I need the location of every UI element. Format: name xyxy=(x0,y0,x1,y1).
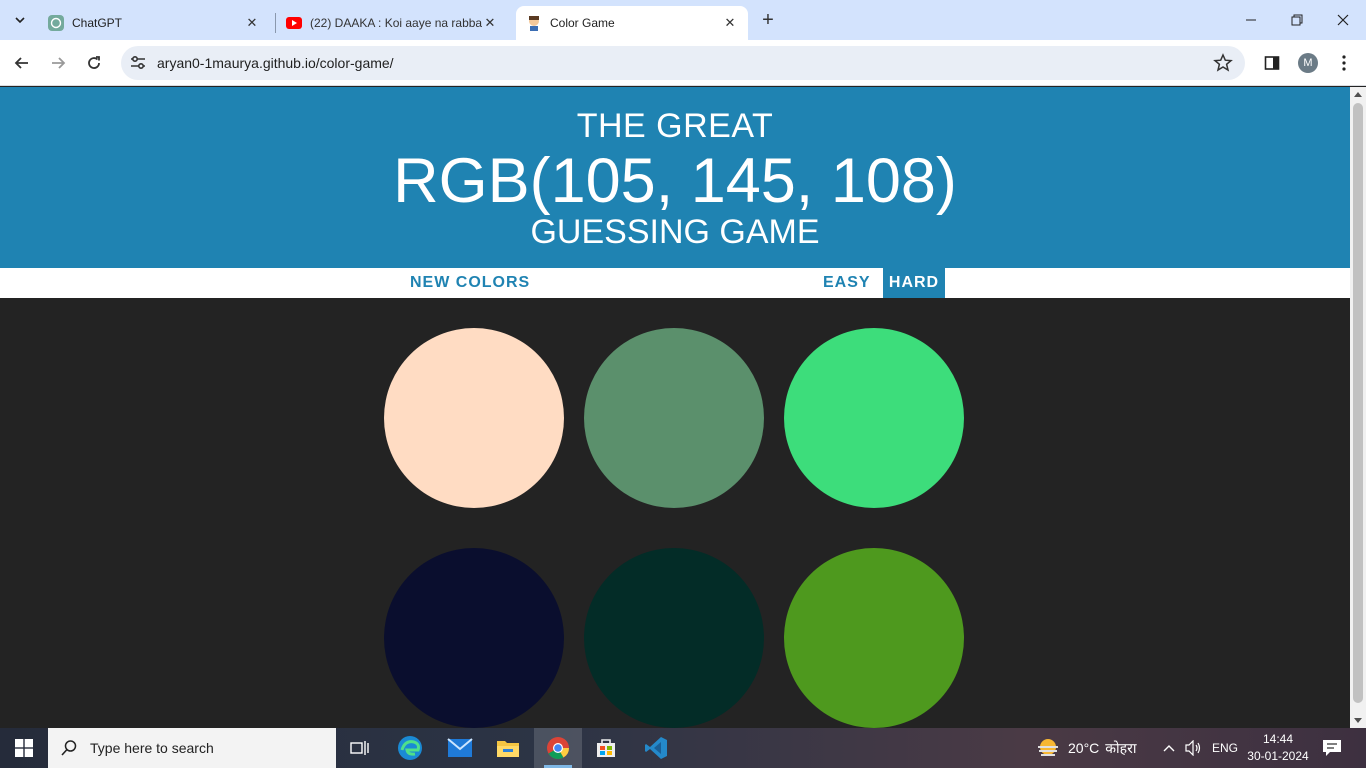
minimize-icon xyxy=(1246,19,1256,21)
url-text: aryan0-1maurya.github.io/color-game/ xyxy=(157,55,394,71)
folder-icon xyxy=(497,741,519,757)
back-button[interactable] xyxy=(6,47,38,79)
taskbar-search-box[interactable]: Type here to search xyxy=(48,728,336,768)
clock-time: 14:44 xyxy=(1262,732,1294,746)
game-header: THE GREAT RGB(105, 145, 108) GUESSING GA… xyxy=(0,87,1350,268)
color-square[interactable] xyxy=(384,328,564,508)
close-window-button[interactable] xyxy=(1320,0,1366,40)
close-icon[interactable]: ✕ xyxy=(244,15,260,31)
mail-icon xyxy=(447,738,473,757)
store-taskbar-button[interactable] xyxy=(582,728,630,768)
chevron-up-icon xyxy=(1163,745,1175,752)
color-square[interactable] xyxy=(784,548,964,728)
tab-title: (22) DAAKA : Koi aaye na rabba xyxy=(310,16,482,30)
search-icon xyxy=(61,740,77,756)
chrome-icon xyxy=(547,737,569,759)
plus-icon: + xyxy=(762,8,774,31)
notification-icon xyxy=(1323,740,1341,756)
color-square[interactable] xyxy=(584,548,764,728)
side-panel-button[interactable] xyxy=(1260,51,1284,75)
color-game-page: THE GREAT RGB(105, 145, 108) GUESSING GA… xyxy=(0,87,1350,728)
reload-icon xyxy=(88,56,100,69)
browser-toolbar: aryan0-1maurya.github.io/color-game/ M xyxy=(0,40,1366,86)
title-bottom: GUESSING GAME xyxy=(530,213,820,251)
bookmark-star-icon[interactable] xyxy=(1213,53,1233,73)
site-settings-icon[interactable] xyxy=(129,54,147,72)
clock-date: 30-01-2024 xyxy=(1247,749,1309,763)
language-indicator[interactable]: ENG xyxy=(1212,728,1238,768)
vscode-taskbar-button[interactable] xyxy=(632,728,680,768)
speaker-icon xyxy=(1185,740,1201,756)
volume-button[interactable] xyxy=(1185,728,1203,768)
reload-button[interactable] xyxy=(78,47,110,79)
restore-button[interactable] xyxy=(1274,0,1320,40)
restore-icon xyxy=(1291,14,1303,26)
chrome-taskbar-button[interactable] xyxy=(534,728,582,768)
clock[interactable]: 14:44 30-01-2024 xyxy=(1244,731,1312,765)
minimize-button[interactable] xyxy=(1228,0,1274,40)
title-top: THE GREAT xyxy=(576,107,774,145)
rgb-display: RGB(105, 145, 108) xyxy=(393,146,957,216)
tab-strip: ChatGPT ✕ (22) DAAKA : Koi aaye na rabba… xyxy=(0,0,1366,40)
color-square[interactable] xyxy=(584,328,764,508)
edge-icon xyxy=(398,736,422,760)
new-colors-button[interactable]: NEW COLORS xyxy=(404,268,536,298)
store-icon xyxy=(597,739,615,757)
start-button[interactable] xyxy=(0,728,48,768)
arrow-left-icon xyxy=(14,57,28,69)
color-square[interactable] xyxy=(384,548,564,728)
youtube-icon xyxy=(286,15,302,31)
profile-button[interactable]: M xyxy=(1296,51,1320,75)
notification-center-button[interactable] xyxy=(1322,728,1342,768)
edge-taskbar-button[interactable] xyxy=(386,728,434,768)
color-game-favicon xyxy=(526,15,542,31)
fog-weather-icon xyxy=(1038,739,1058,756)
file-explorer-taskbar-button[interactable] xyxy=(484,728,532,768)
weather-temp: 20°C xyxy=(1068,740,1100,756)
close-icon[interactable]: ✕ xyxy=(722,15,738,31)
windows-logo-icon xyxy=(15,739,33,757)
side-panel-icon xyxy=(1264,56,1280,70)
chatgpt-icon xyxy=(48,15,64,31)
easy-mode-button[interactable]: EASY xyxy=(817,268,877,298)
windows-taskbar: Type here to search 20°C कोहरा ENG 14:44… xyxy=(0,728,1366,768)
tab-title: Color Game xyxy=(550,16,615,30)
new-tab-button[interactable]: + xyxy=(756,8,780,32)
scroll-down-arrow-icon[interactable] xyxy=(1354,718,1362,723)
vertical-scrollbar[interactable] xyxy=(1350,87,1366,728)
language-text: ENG xyxy=(1212,741,1239,755)
weather-widget[interactable]: 20°C कोहरा xyxy=(1036,728,1136,768)
tab-title: ChatGPT xyxy=(72,16,123,30)
scrollbar-thumb[interactable] xyxy=(1353,103,1363,703)
tab-search-button[interactable] xyxy=(8,8,32,32)
hard-mode-button[interactable]: HARD xyxy=(883,268,945,298)
close-icon xyxy=(1337,14,1349,26)
color-square[interactable] xyxy=(784,328,964,508)
tab-color-game[interactable]: Color Game ✕ xyxy=(516,6,748,40)
vscode-icon xyxy=(645,737,667,759)
forward-button[interactable] xyxy=(42,47,74,79)
close-icon[interactable]: ✕ xyxy=(482,15,498,31)
scroll-up-arrow-icon[interactable] xyxy=(1354,92,1362,97)
mail-taskbar-button[interactable] xyxy=(436,728,484,768)
tab-youtube[interactable]: (22) DAAKA : Koi aaye na rabba ✕ xyxy=(276,6,508,40)
task-view-button[interactable] xyxy=(336,728,384,768)
search-placeholder: Type here to search xyxy=(90,740,214,756)
chevron-down-icon xyxy=(15,17,25,24)
menu-button[interactable] xyxy=(1332,51,1356,75)
control-stripe: NEW COLORS EASY HARD xyxy=(0,268,1350,298)
avatar: M xyxy=(1298,53,1318,73)
weather-text: कोहरा xyxy=(1105,739,1137,756)
tab-chatgpt[interactable]: ChatGPT ✕ xyxy=(38,6,270,40)
task-view-icon xyxy=(350,741,369,755)
address-bar[interactable]: aryan0-1maurya.github.io/color-game/ xyxy=(121,46,1245,80)
more-vert-icon xyxy=(1342,55,1346,71)
show-hidden-icons-button[interactable] xyxy=(1162,728,1176,768)
arrow-right-icon xyxy=(52,57,66,69)
